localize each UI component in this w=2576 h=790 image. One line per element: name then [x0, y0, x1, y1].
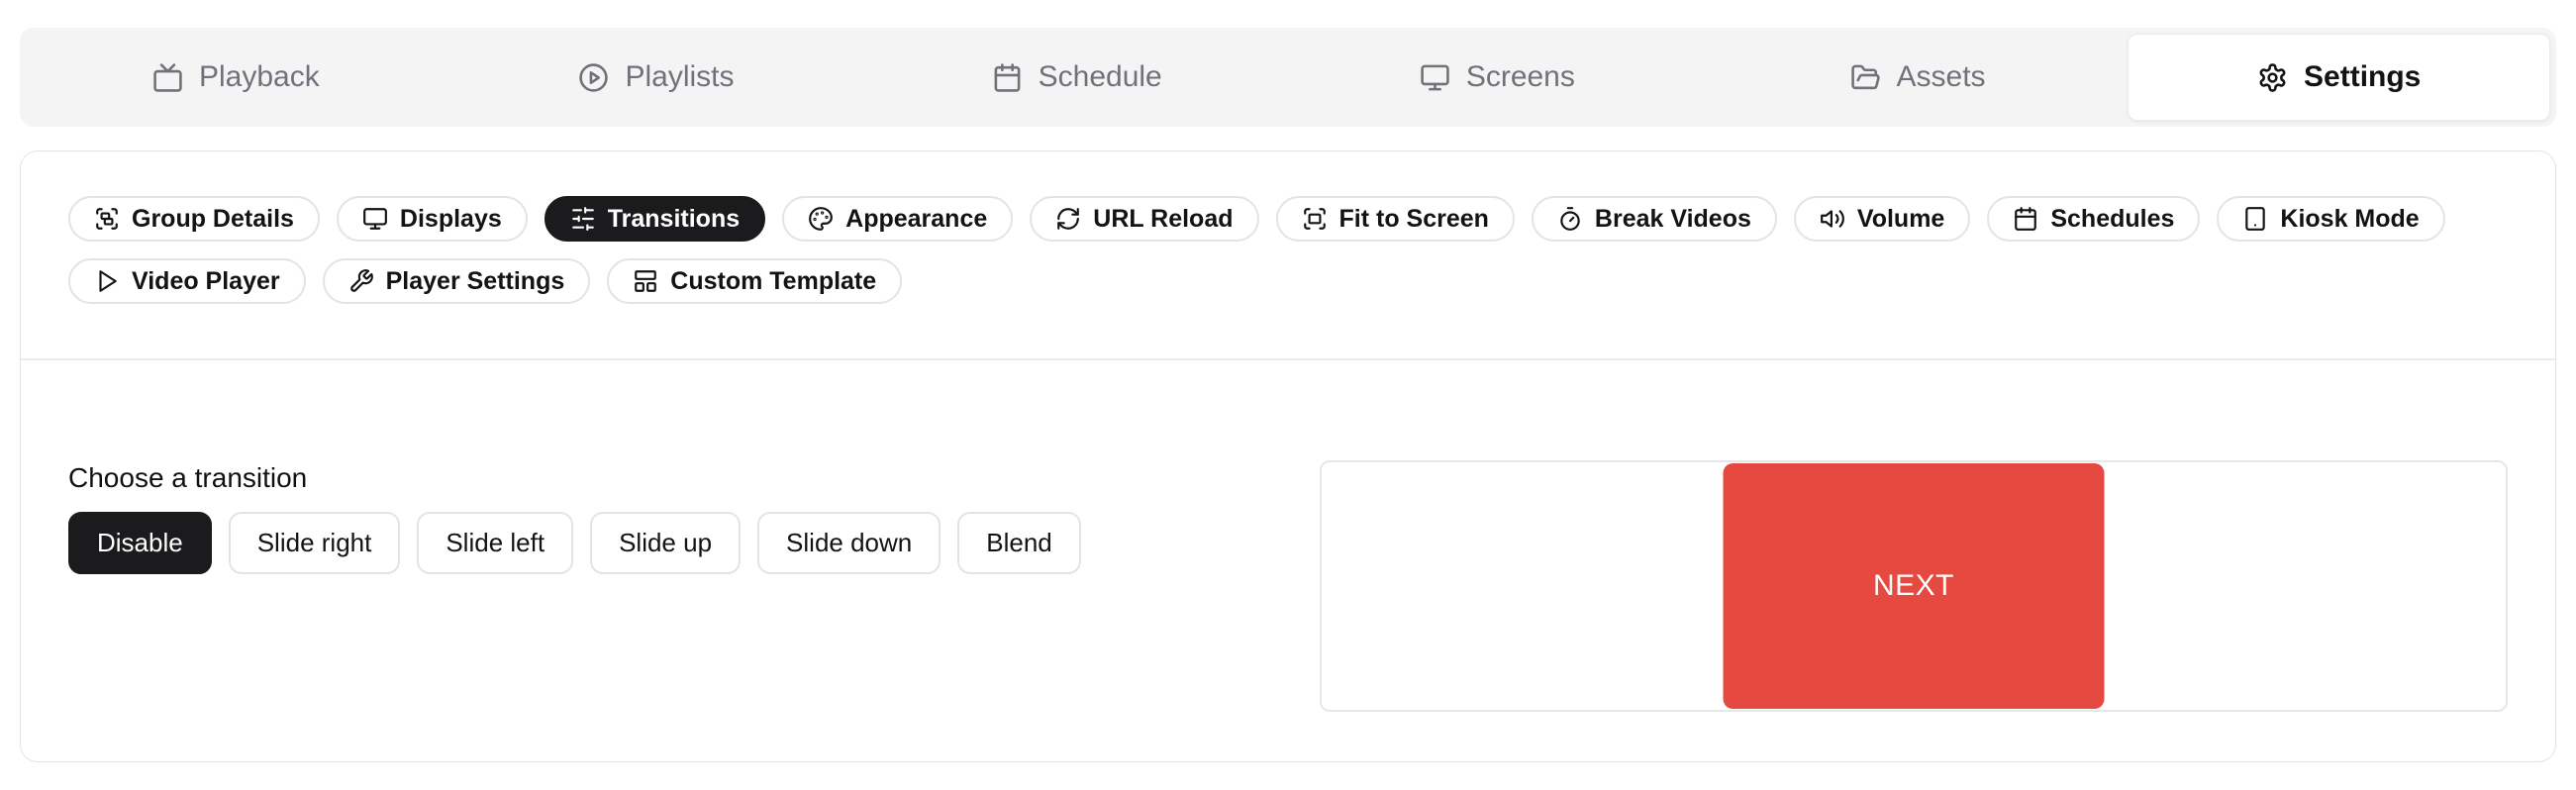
tab-screens[interactable]: Screens [1287, 34, 1708, 121]
tab-label: Settings [2304, 60, 2421, 94]
pill-label: Appearance [845, 205, 987, 234]
refresh-icon [1055, 206, 1081, 232]
pill-player-settings[interactable]: Player Settings [323, 258, 591, 304]
tab-playlists[interactable]: Playlists [446, 34, 867, 121]
pill-displays[interactable]: Displays [337, 196, 528, 242]
pill-label: Fit to Screen [1339, 205, 1489, 234]
tab-label: Assets [1897, 60, 1986, 94]
pill-custom-template[interactable]: Custom Template [607, 258, 902, 304]
sliders-icon [570, 206, 596, 232]
transition-preview-panel: NEXT [1320, 460, 2508, 712]
layout-icon [633, 268, 658, 294]
next-label: NEXT [1873, 569, 1954, 603]
calendar-icon [992, 62, 1023, 93]
pill-break-videos[interactable]: Break Videos [1532, 196, 1777, 242]
pill-label: Volume [1857, 205, 1944, 234]
pill-label: Video Player [132, 267, 280, 296]
top-navigation: Playback Playlists Schedule Screens Asse… [20, 28, 2556, 127]
pill-transitions[interactable]: Transitions [545, 196, 765, 242]
pill-label: Schedules [2050, 205, 2174, 234]
pill-fit-to-screen[interactable]: Fit to Screen [1276, 196, 1515, 242]
pill-label: Group Details [132, 205, 294, 234]
tab-label: Schedule [1039, 60, 1162, 94]
wrench-icon [348, 268, 374, 294]
play-icon [94, 268, 120, 294]
palette-icon [808, 206, 834, 232]
pill-appearance[interactable]: Appearance [782, 196, 1013, 242]
pill-label: Transitions [608, 205, 740, 234]
transition-option-slide-right[interactable]: Slide right [229, 512, 401, 574]
pill-label: Player Settings [386, 267, 565, 296]
pill-label: Custom Template [670, 267, 876, 296]
transition-option-slide-down[interactable]: Slide down [757, 512, 941, 574]
tab-playback[interactable]: Playback [26, 34, 446, 121]
tab-label: Playlists [625, 60, 734, 94]
transition-options: Disable Slide right Slide left Slide up … [68, 512, 1081, 574]
pill-label: URL Reload [1093, 205, 1233, 234]
section-divider [21, 358, 2555, 360]
pill-group-details[interactable]: Group Details [68, 196, 320, 242]
tab-assets[interactable]: Assets [1708, 34, 2129, 121]
monitor-icon [1420, 62, 1450, 93]
transition-option-disable[interactable]: Disable [68, 512, 212, 574]
pill-label: Displays [400, 205, 502, 234]
monitor-icon [362, 206, 388, 232]
tablet-icon [2242, 206, 2268, 232]
pill-volume[interactable]: Volume [1794, 196, 1970, 242]
timer-icon [1557, 206, 1583, 232]
pill-label: Break Videos [1595, 205, 1751, 234]
tab-label: Screens [1466, 60, 1575, 94]
pill-url-reload[interactable]: URL Reload [1030, 196, 1258, 242]
pill-label: Kiosk Mode [2280, 205, 2419, 234]
play-circle-icon [578, 62, 609, 93]
transition-option-slide-left[interactable]: Slide left [417, 512, 573, 574]
digital-signage-settings-page: Playback Playlists Schedule Screens Asse… [0, 0, 2576, 790]
tab-settings[interactable]: Settings [2128, 34, 2550, 121]
settings-sections-row-2: Video Player Player Settings Custom Temp… [68, 258, 2508, 304]
volume-icon [1820, 206, 1845, 232]
folder-open-icon [1850, 62, 1881, 93]
pill-video-player[interactable]: Video Player [68, 258, 306, 304]
tv-icon [152, 62, 183, 93]
transition-option-slide-up[interactable]: Slide up [590, 512, 741, 574]
pill-schedules[interactable]: Schedules [1987, 196, 2200, 242]
transition-preview-next-slide: NEXT [1724, 463, 2105, 709]
settings-panel-card: Group Details Displays Transitions Appea… [20, 150, 2556, 762]
group-icon [94, 206, 120, 232]
tab-schedule[interactable]: Schedule [866, 34, 1287, 121]
calendar-icon [2013, 206, 2038, 232]
tab-label: Playback [199, 60, 320, 94]
transition-option-blend[interactable]: Blend [957, 512, 1081, 574]
pill-kiosk-mode[interactable]: Kiosk Mode [2217, 196, 2444, 242]
fullscreen-icon [1302, 206, 1328, 232]
gear-icon [2257, 62, 2288, 93]
settings-sections-row-1: Group Details Displays Transitions Appea… [68, 196, 2508, 242]
section-title: Choose a transition [68, 460, 307, 496]
